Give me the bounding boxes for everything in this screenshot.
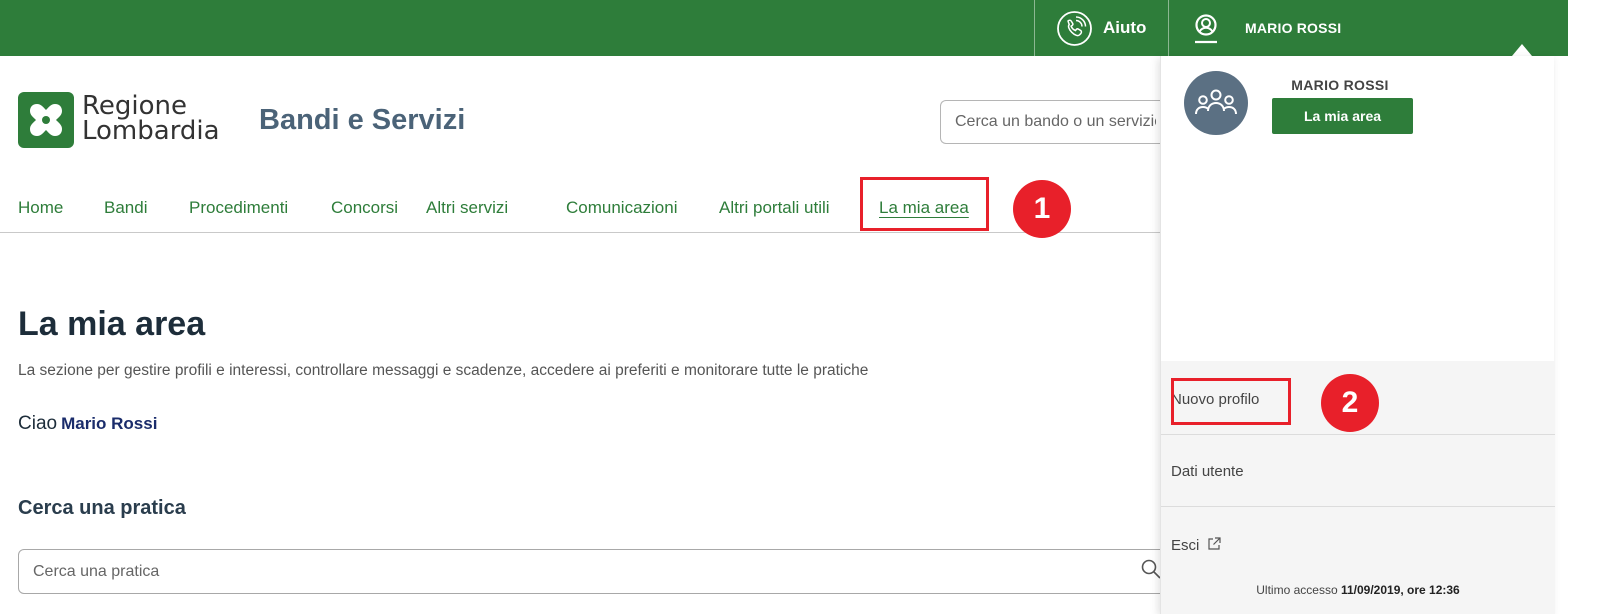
greeting-text: Ciao — [18, 413, 58, 434]
search-icon[interactable] — [1140, 558, 1162, 580]
panel-username: MARIO ROSSI — [1291, 77, 1389, 93]
help-link[interactable]: Aiuto — [1056, 8, 1146, 48]
search-section-title: Cerca una pratica — [18, 497, 186, 519]
last-access: Ultimo accesso 11/09/2019, ore 12:36 — [1161, 583, 1555, 597]
top-bar: Aiuto MARIO ROSSI — [0, 0, 1568, 56]
page-description: La sezione per gestire profili e interes… — [18, 362, 869, 379]
user-circle-icon — [1190, 12, 1222, 44]
last-access-value: 11/09/2019, ore 12:36 — [1340, 583, 1460, 597]
group-avatar-icon — [1184, 71, 1248, 135]
header-search-input[interactable] — [940, 100, 1170, 144]
logo-mark-icon[interactable] — [18, 92, 74, 148]
greeting-user-name: Mario Rossi — [61, 414, 158, 433]
external-link-icon — [1207, 537, 1221, 551]
nav-item-procedimenti[interactable]: Procedimenti — [189, 198, 288, 218]
nav-item-altri-servizi[interactable]: Altri servizi — [426, 198, 508, 218]
last-access-label: Ultimo accesso — [1256, 583, 1338, 597]
menu-item-esci[interactable]: Esci — [1161, 507, 1555, 583]
nav-item-home[interactable]: Home — [18, 198, 63, 218]
top-bar-divider — [1168, 0, 1169, 56]
menu-item-label: Esci — [1171, 537, 1200, 554]
logo-text: Regione Lombardia — [82, 93, 220, 146]
callout-badge-2: 2 — [1321, 374, 1379, 432]
callout-highlight-menu — [1171, 378, 1291, 425]
nav-item-altri-portali[interactable]: Altri portali utili — [719, 198, 830, 218]
site-title[interactable]: Bandi e Servizi — [259, 104, 465, 137]
nav-item-concorsi[interactable]: Concorsi — [331, 198, 398, 218]
menu-item-dati-utente[interactable]: Dati utente — [1161, 435, 1555, 507]
search-practice-input[interactable] — [18, 549, 1168, 594]
menu-item-label: Dati utente — [1171, 463, 1244, 480]
callout-badge-1: 1 — [1013, 180, 1071, 238]
logo-line-2: Lombardia — [82, 116, 220, 146]
user-dropdown-panel: MARIO ROSSI La mia area Nuovo profilo Da… — [1160, 56, 1555, 614]
nav-item-comunicazioni[interactable]: Comunicazioni — [566, 198, 678, 218]
user-name: MARIO ROSSI — [1245, 20, 1342, 36]
user-menu-toggle[interactable]: MARIO ROSSI — [1190, 8, 1341, 48]
phone-help-icon — [1056, 10, 1093, 47]
panel-caret — [1512, 44, 1532, 56]
la-mia-area-button[interactable]: La mia area — [1272, 98, 1413, 134]
greeting: Ciao Mario Rossi — [18, 413, 157, 435]
menu-item-label-wrap: Esci — [1171, 537, 1221, 554]
help-label: Aiuto — [1103, 18, 1147, 37]
page-title: La mia area — [18, 305, 206, 343]
callout-highlight-nav — [860, 177, 989, 231]
top-bar-divider — [1034, 0, 1035, 56]
nav-item-bandi[interactable]: Bandi — [104, 198, 147, 218]
